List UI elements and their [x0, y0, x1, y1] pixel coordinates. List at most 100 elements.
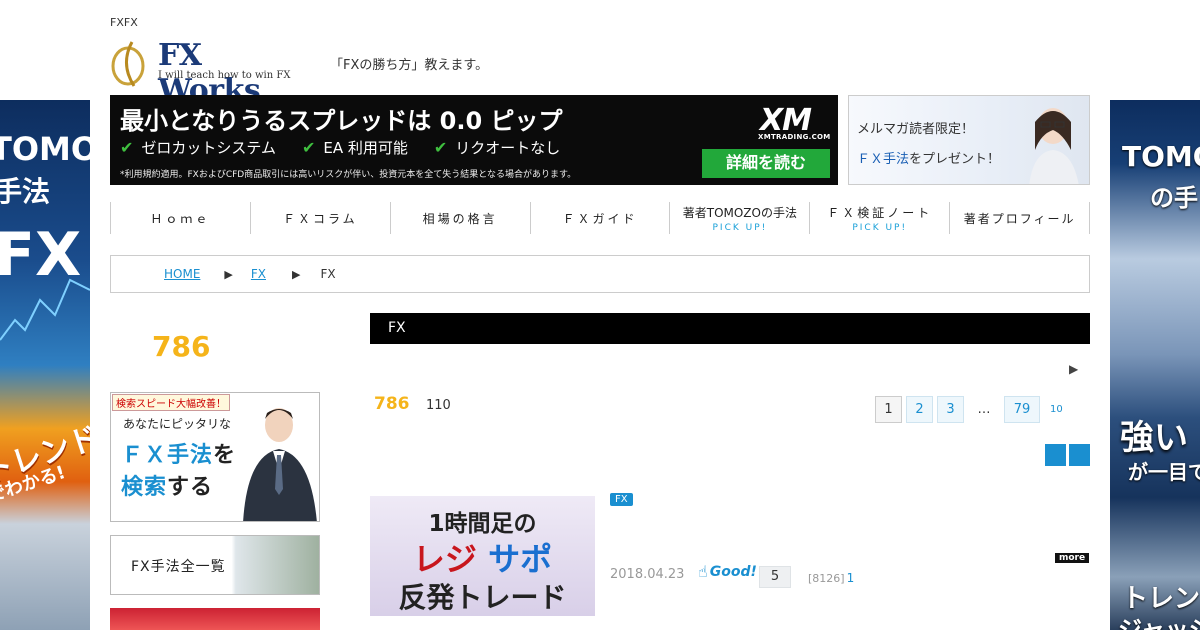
nav-label: 相場の格言 — [422, 211, 498, 226]
promo-line2: ＦＸ手法をプレゼント！ — [857, 148, 1000, 167]
check-icon: ✔ — [433, 138, 448, 157]
nav-label: ＦＸガイド — [562, 211, 638, 226]
breadcrumb-current: FX — [320, 267, 336, 281]
check-icon: ✔ — [301, 138, 316, 157]
main-nav: Ｈｏｍｅ ＦＸコラム 相場の格言 ＦＸガイド 著者TOMOZOの手法 PICK U… — [110, 202, 1091, 234]
speed-badge: 検索スピード大幅改善！ — [112, 394, 230, 411]
promo-line1: メルマガ読者限定！ — [857, 122, 975, 137]
promo-line2-rest: をプレゼント！ — [909, 152, 1001, 167]
left-side-banner[interactable]: TOMOZO 手法 FX トレンド でわかる! — [0, 100, 90, 630]
feature-label: ゼロカットシステム — [141, 139, 276, 157]
logo-emblem-icon — [111, 41, 145, 87]
method-list-label: FX手法全一覧 — [131, 559, 226, 575]
pick-up-badge: PICK UP! — [852, 222, 908, 233]
nav-item-column[interactable]: ＦＸコラム — [249, 202, 390, 234]
breadcrumb-home-link[interactable]: HOME — [164, 267, 200, 281]
ad-line3-rest: する — [167, 475, 214, 500]
xm-ad-banner[interactable]: 最小となりうるスプレッドは 0.0 ピップ ✔ ゼロカットシステム ✔ EA 利用可… — [110, 95, 838, 185]
red-promo-banner[interactable] — [110, 608, 320, 630]
thumb-blue-text: サポ — [488, 540, 553, 578]
breadcrumb-separator-icon: ▶ — [224, 267, 233, 281]
hand-pointer-icon: ☝ — [698, 562, 708, 581]
nav-item-tomozo-method[interactable]: 著者TOMOZOの手法 PICK UP! — [669, 202, 809, 234]
good-count: 5 — [759, 566, 791, 588]
side-text: が一目で — [1128, 460, 1200, 484]
thumb-line3: 反発トレード — [398, 581, 567, 614]
breadcrumb-fx-link[interactable]: FX — [251, 267, 266, 281]
more-button[interactable]: more — [1055, 553, 1090, 563]
good-label: Good! — [709, 563, 757, 580]
site-tag: FXFX — [110, 16, 138, 29]
feature-label: EA 利用可能 — [323, 139, 408, 157]
section-title: FX — [370, 313, 1090, 344]
businessman-photo-icon — [243, 408, 317, 521]
banner-features: ✔ ゼロカットシステム ✔ EA 利用可能 ✔ リクオートなし — [120, 137, 560, 158]
next-arrow-icon[interactable]: ▶ — [1069, 362, 1078, 376]
right-side-banner[interactable]: TOMOZ の手 強い が一目で トレン ジャッジ — [1110, 100, 1200, 630]
side-text: FX — [0, 220, 82, 290]
feature-label: リクオートなし — [455, 139, 561, 157]
pagination: 1 2 3 … 79 10 — [875, 396, 1063, 423]
method-search-banner[interactable]: 検索スピード大幅改善！ あなたにピッタリな ＦＸ手法を 検索する — [110, 392, 320, 522]
article-thumbnail[interactable]: 1時間足の レジ サポ 反発トレード — [370, 496, 595, 616]
nav-label: 著者プロフィール — [963, 211, 1076, 226]
page-button-2[interactable]: 2 — [906, 396, 933, 423]
read-more-button[interactable]: 詳細を読む — [702, 149, 830, 178]
pick-up-badge: PICK UP! — [712, 222, 768, 233]
sidebar-article-count: 786 — [152, 330, 211, 363]
article-date: 2018.04.23 — [610, 567, 685, 582]
side-text: 手法 — [0, 175, 51, 208]
list-view-toggle[interactable] — [1069, 444, 1090, 466]
method-list-banner[interactable]: FX手法全一覧 — [110, 535, 320, 595]
thumb-red-text: レジ — [412, 540, 477, 578]
page-jump-10[interactable]: 10 — [1050, 404, 1063, 415]
nav-label: ＦＸコラム — [282, 211, 358, 226]
ad-line1: あなたにピッタリな — [123, 417, 232, 431]
nav-label: Ｈｏｍｅ — [150, 211, 211, 226]
page-button-last[interactable]: 79 — [1004, 396, 1040, 423]
nav-label: 著者TOMOZOの手法 — [682, 205, 797, 220]
side-text: 強い — [1120, 418, 1188, 458]
side-text: ジャッジ — [1118, 616, 1200, 630]
banner-disclaimer: *利用規約適用。FXおよびCFD商品取引には高いリスクが伴い、投資元本を全て失う… — [120, 170, 577, 180]
promo-highlight: ＦＸ手法 — [857, 152, 910, 167]
logo-subtitle: I will teach how to win FX — [158, 70, 291, 81]
site-logo[interactable]: FX Works I will teach how to win FX — [110, 38, 310, 108]
banner-headline: 最小となりうるスプレッドは 0.0 ピップ — [120, 107, 563, 135]
category-tag[interactable]: FX — [610, 493, 633, 506]
nav-label: ＦＸ検証ノート — [827, 205, 933, 220]
view-count: [8126] 1 — [808, 571, 854, 585]
nav-item-home[interactable]: Ｈｏｍｅ — [110, 202, 250, 234]
good-button[interactable]: ☝ Good! — [698, 562, 757, 581]
woman-photo-icon — [1029, 108, 1079, 184]
breadcrumb-separator-icon: ▶ — [292, 267, 301, 281]
ad-line3: 検索する — [121, 469, 213, 501]
page-button-3[interactable]: 3 — [937, 396, 964, 423]
side-text: TOMOZ — [1122, 140, 1200, 173]
nav-item-profile[interactable]: 著者プロフィール — [949, 202, 1091, 234]
article-count: 786 — [374, 394, 410, 414]
xm-logo-subtitle: XMTRADING.COM — [758, 133, 831, 141]
side-text: の手 — [1150, 184, 1198, 212]
feature-item: ✔ リクオートなし — [434, 137, 560, 158]
page-button-1[interactable]: 1 — [875, 396, 902, 423]
nav-item-guide[interactable]: ＦＸガイド — [529, 202, 670, 234]
comment-count[interactable]: 1 — [847, 571, 855, 585]
nav-item-verification-note[interactable]: ＦＸ検証ノート PICK UP! — [809, 202, 949, 234]
view-count-value: [8126] — [808, 572, 845, 585]
tagline: 「FXの勝ち方」教えます。 — [330, 58, 489, 73]
breadcrumb: HOME ▶ FX ▶ FX — [110, 255, 1090, 293]
thumb-line1: 1時間足の — [428, 511, 537, 537]
ad-line2-highlight: ＦＸ手法 — [121, 443, 214, 468]
nav-item-proverbs[interactable]: 相場の格言 — [389, 202, 530, 234]
ad-line2: ＦＸ手法を — [121, 437, 236, 469]
grid-view-toggle[interactable] — [1045, 444, 1066, 466]
feature-item: ✔ EA 利用可能 — [302, 137, 408, 158]
newsletter-promo-banner[interactable]: メルマガ読者限定！ ＦＸ手法をプレゼント！ — [848, 95, 1090, 185]
thumb-line2: レジ サポ — [370, 534, 595, 580]
page-ellipsis: … — [977, 402, 991, 417]
side-text: TOMOZO — [0, 130, 90, 168]
ad-line3-highlight: 検索 — [121, 475, 168, 500]
check-icon: ✔ — [120, 138, 134, 157]
feature-item: ✔ ゼロカットシステム — [120, 137, 276, 158]
